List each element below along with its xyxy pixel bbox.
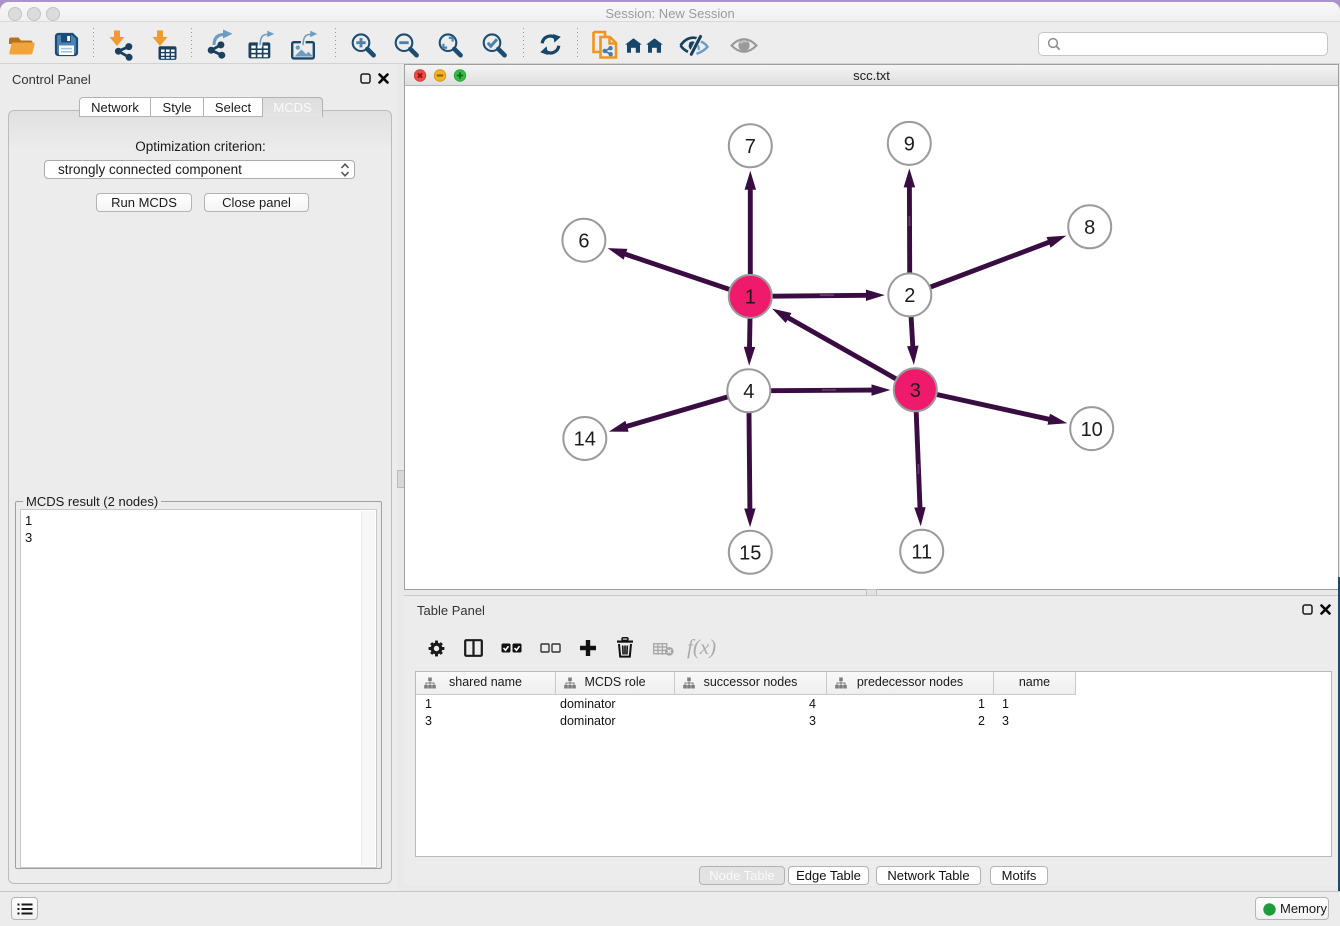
svg-text:15: 15 <box>739 543 761 565</box>
svg-text:9: 9 <box>904 134 915 156</box>
svg-text:11: 11 <box>911 542 932 564</box>
svg-text:1: 1 <box>745 287 756 309</box>
svg-text:7: 7 <box>745 136 756 158</box>
svg-text:10: 10 <box>1081 419 1103 441</box>
svg-text:3: 3 <box>910 380 921 402</box>
svg-text:4: 4 <box>743 381 754 403</box>
svg-text:2: 2 <box>904 285 915 307</box>
svg-text:6: 6 <box>578 230 589 252</box>
svg-text:14: 14 <box>574 429 596 451</box>
svg-text:8: 8 <box>1084 217 1095 239</box>
